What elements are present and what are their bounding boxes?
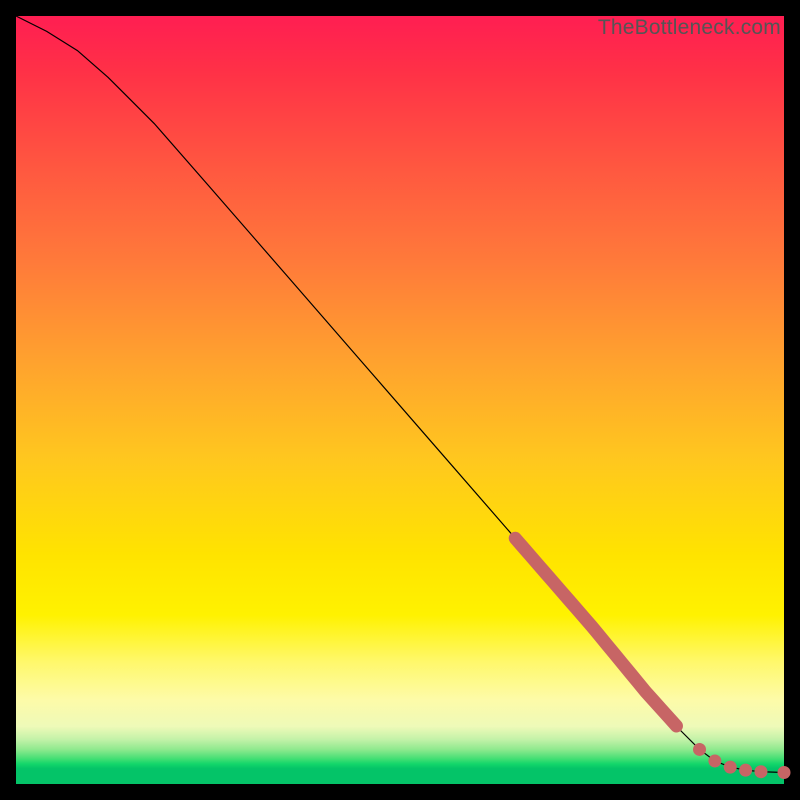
end-dots-group [693,743,790,779]
bottleneck-curve-line [16,16,784,772]
chart-plot-area: TheBottleneck.com [16,16,784,784]
end-dot [739,764,752,777]
chart-overlay-svg [16,16,784,784]
end-dot [754,765,767,778]
end-dot [778,766,791,779]
highlighted-segment [515,538,676,726]
end-dot [724,761,737,774]
chart-frame: TheBottleneck.com [0,0,800,800]
end-dot [708,754,721,767]
end-dot [693,743,706,756]
